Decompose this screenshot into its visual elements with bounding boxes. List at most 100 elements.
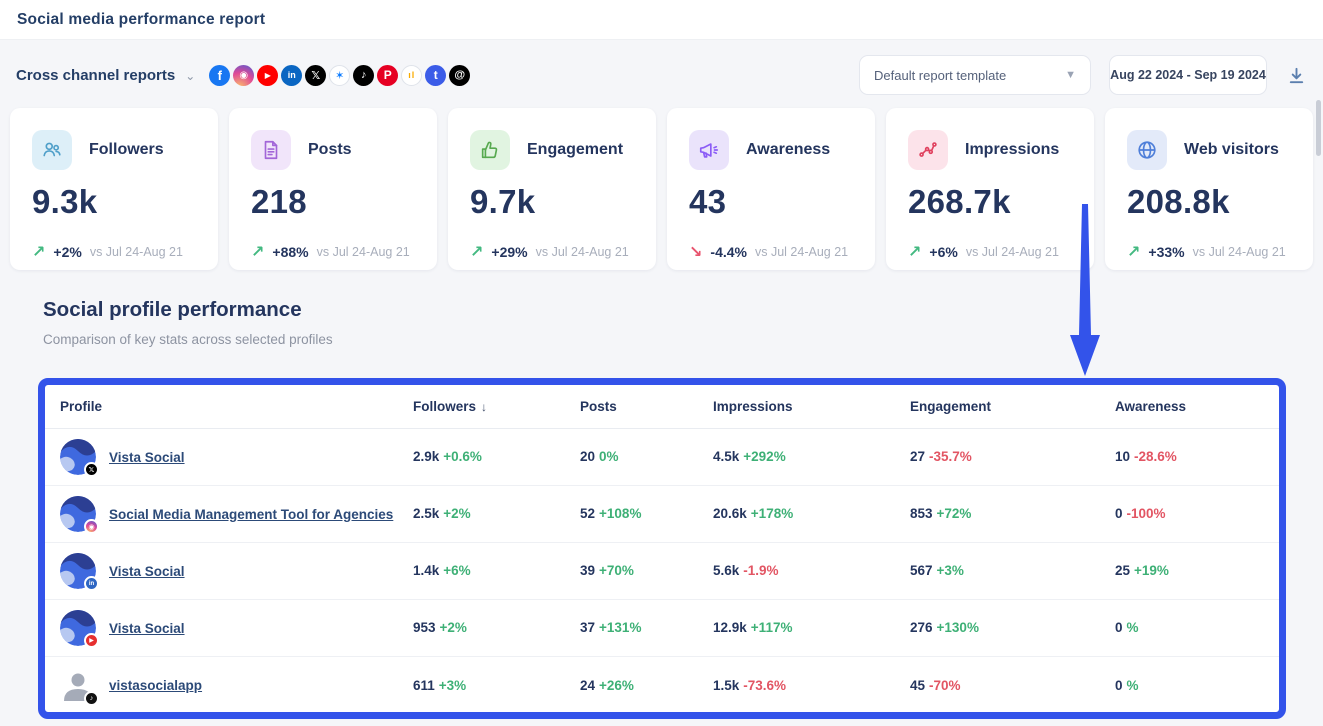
stat-card-posts: Posts 218 ↗ +88% vs Jul 24-Aug 21 xyxy=(229,108,437,270)
pinterest-icon[interactable]: P xyxy=(377,65,398,86)
profile-link[interactable]: Vista Social xyxy=(109,621,185,636)
impressions-icon xyxy=(908,130,948,170)
followers-icon xyxy=(32,130,72,170)
report-template-select[interactable]: Default report template ▼ xyxy=(859,55,1091,95)
section-title: Social profile performance xyxy=(43,298,1323,322)
table-row: ▶ Vista Social 953+2% 37+131% 12.9k+117%… xyxy=(45,600,1279,657)
posts-change: +108% xyxy=(599,506,641,521)
awareness-value: 25 xyxy=(1115,563,1130,578)
tumblr-icon[interactable]: t xyxy=(425,65,446,86)
impressions-change: +178% xyxy=(751,506,793,521)
stat-cards-row: Followers 9.3k ↗ +2% vs Jul 24-Aug 21 Po… xyxy=(10,108,1313,270)
followers-change: +6% xyxy=(443,563,470,578)
card-change: +88% xyxy=(272,244,308,260)
engagement-change: +72% xyxy=(937,506,972,521)
card-label: Engagement xyxy=(527,141,623,159)
card-compare-period: vs Jul 24-Aug 21 xyxy=(966,245,1059,259)
chevron-down-icon[interactable]: ⌄ xyxy=(185,69,195,83)
stat-card-web-visitors: Web visitors 208.8k ↗ +33% vs Jul 24-Aug… xyxy=(1105,108,1313,270)
bluesky-icon[interactable]: ✶ xyxy=(329,65,350,86)
stat-card-awareness: Awareness 43 ↘ -4.4% vs Jul 24-Aug 21 xyxy=(667,108,875,270)
awareness-change: -100% xyxy=(1127,506,1166,521)
card-compare-period: vs Jul 24-Aug 21 xyxy=(1193,245,1286,259)
youtube-badge-icon: ▶ xyxy=(84,633,99,648)
date-range-picker[interactable]: Aug 22 2024 - Sep 19 2024 xyxy=(1109,55,1267,95)
column-header-profile[interactable]: Profile xyxy=(45,399,398,414)
card-compare-period: vs Jul 24-Aug 21 xyxy=(755,245,848,259)
stat-card-impressions: Impressions 268.7k ↗ +6% vs Jul 24-Aug 2… xyxy=(886,108,1094,270)
tiktok-icon[interactable]: ♪ xyxy=(353,65,374,86)
column-header-engagement[interactable]: Engagement xyxy=(895,399,1100,414)
engagement-value: 853 xyxy=(910,506,933,521)
vertical-scrollbar[interactable] xyxy=(1316,100,1321,156)
followers-change: +2% xyxy=(440,620,467,635)
threads-icon[interactable]: @ xyxy=(449,65,470,86)
impressions-value: 5.6k xyxy=(713,563,739,578)
youtube-icon[interactable]: ▶ xyxy=(257,65,278,86)
profile-link[interactable]: Social Media Management Tool for Agencie… xyxy=(109,507,393,522)
download-icon xyxy=(1287,66,1306,85)
profile-link[interactable]: Vista Social xyxy=(109,564,185,579)
cross-channel-reports-dropdown[interactable]: Cross channel reports xyxy=(16,67,175,84)
card-compare-period: vs Jul 24-Aug 21 xyxy=(536,245,629,259)
sort-desc-icon: ↓ xyxy=(481,400,487,414)
instagram-icon[interactable]: ◉ xyxy=(233,65,254,86)
date-range-value: Aug 22 2024 - Sep 19 2024 xyxy=(1110,68,1266,82)
followers-value: 953 xyxy=(413,620,436,635)
avatar: 𝕏 xyxy=(60,439,96,475)
engagement-change: -70% xyxy=(929,678,961,693)
column-header-followers[interactable]: Followers↓ xyxy=(398,399,565,414)
facebook-icon[interactable]: f xyxy=(209,65,230,86)
download-report-button[interactable] xyxy=(1285,64,1307,86)
posts-change: +131% xyxy=(599,620,641,635)
impressions-value: 20.6k xyxy=(713,506,747,521)
trend-up-icon: ↗ xyxy=(251,242,264,262)
report-toolbar: Cross channel reports ⌄ f ◉ ▶ in 𝕏 ✶ ♪ P… xyxy=(16,54,1307,96)
instagram-badge-icon: ◉ xyxy=(84,519,99,534)
impressions-change: -73.6% xyxy=(743,678,786,693)
google-analytics-icon[interactable]: ıl xyxy=(401,65,422,86)
impressions-change: -1.9% xyxy=(743,563,778,578)
report-template-value: Default report template xyxy=(874,68,1006,83)
trend-up-icon: ↗ xyxy=(1127,242,1140,262)
card-value: 43 xyxy=(689,183,853,221)
posts-change: +70% xyxy=(599,563,634,578)
engagement-icon xyxy=(470,130,510,170)
posts-change: 0% xyxy=(599,449,619,464)
awareness-value: 10 xyxy=(1115,449,1130,464)
column-header-awareness[interactable]: Awareness xyxy=(1100,399,1279,414)
section-subtitle: Comparison of key stats across selected … xyxy=(43,332,1323,347)
followers-value: 2.9k xyxy=(413,449,439,464)
column-header-posts[interactable]: Posts xyxy=(565,399,698,414)
impressions-change: +292% xyxy=(743,449,785,464)
followers-value: 611 xyxy=(413,678,435,693)
card-change: +33% xyxy=(1148,244,1184,260)
table-row: in Vista Social 1.4k+6% 39+70% 5.6k-1.9%… xyxy=(45,543,1279,600)
trend-up-icon: ↗ xyxy=(32,242,45,262)
channel-icon-list: f ◉ ▶ in 𝕏 ✶ ♪ P ıl t @ xyxy=(209,65,470,86)
profile-link[interactable]: Vista Social xyxy=(109,450,185,465)
awareness-icon xyxy=(689,130,729,170)
impressions-change: +117% xyxy=(751,620,793,635)
engagement-change: +130% xyxy=(937,620,979,635)
profile-performance-table: Profile Followers↓ Posts Impressions Eng… xyxy=(38,378,1286,719)
engagement-value: 45 xyxy=(910,678,925,693)
impressions-value: 1.5k xyxy=(713,678,739,693)
avatar: in xyxy=(60,553,96,589)
column-header-impressions[interactable]: Impressions xyxy=(698,399,895,414)
card-change: -4.4% xyxy=(710,244,747,260)
card-compare-period: vs Jul 24-Aug 21 xyxy=(317,245,410,259)
card-label: Followers xyxy=(89,141,164,159)
card-label: Posts xyxy=(308,141,352,159)
followers-change: +3% xyxy=(439,678,466,693)
followers-change: +2% xyxy=(443,506,470,521)
tiktok-badge-icon: ♪ xyxy=(84,691,99,706)
card-value: 218 xyxy=(251,183,415,221)
table-row: ♪ vistasocialapp 611+3% 24+26% 1.5k-73.6… xyxy=(45,657,1279,714)
x-icon[interactable]: 𝕏 xyxy=(305,65,326,86)
profile-link[interactable]: vistasocialapp xyxy=(109,678,202,693)
avatar: ♪ xyxy=(60,668,96,704)
linkedin-icon[interactable]: in xyxy=(281,65,302,86)
trend-up-icon: ↗ xyxy=(908,242,921,262)
awareness-value: 0 xyxy=(1115,506,1123,521)
